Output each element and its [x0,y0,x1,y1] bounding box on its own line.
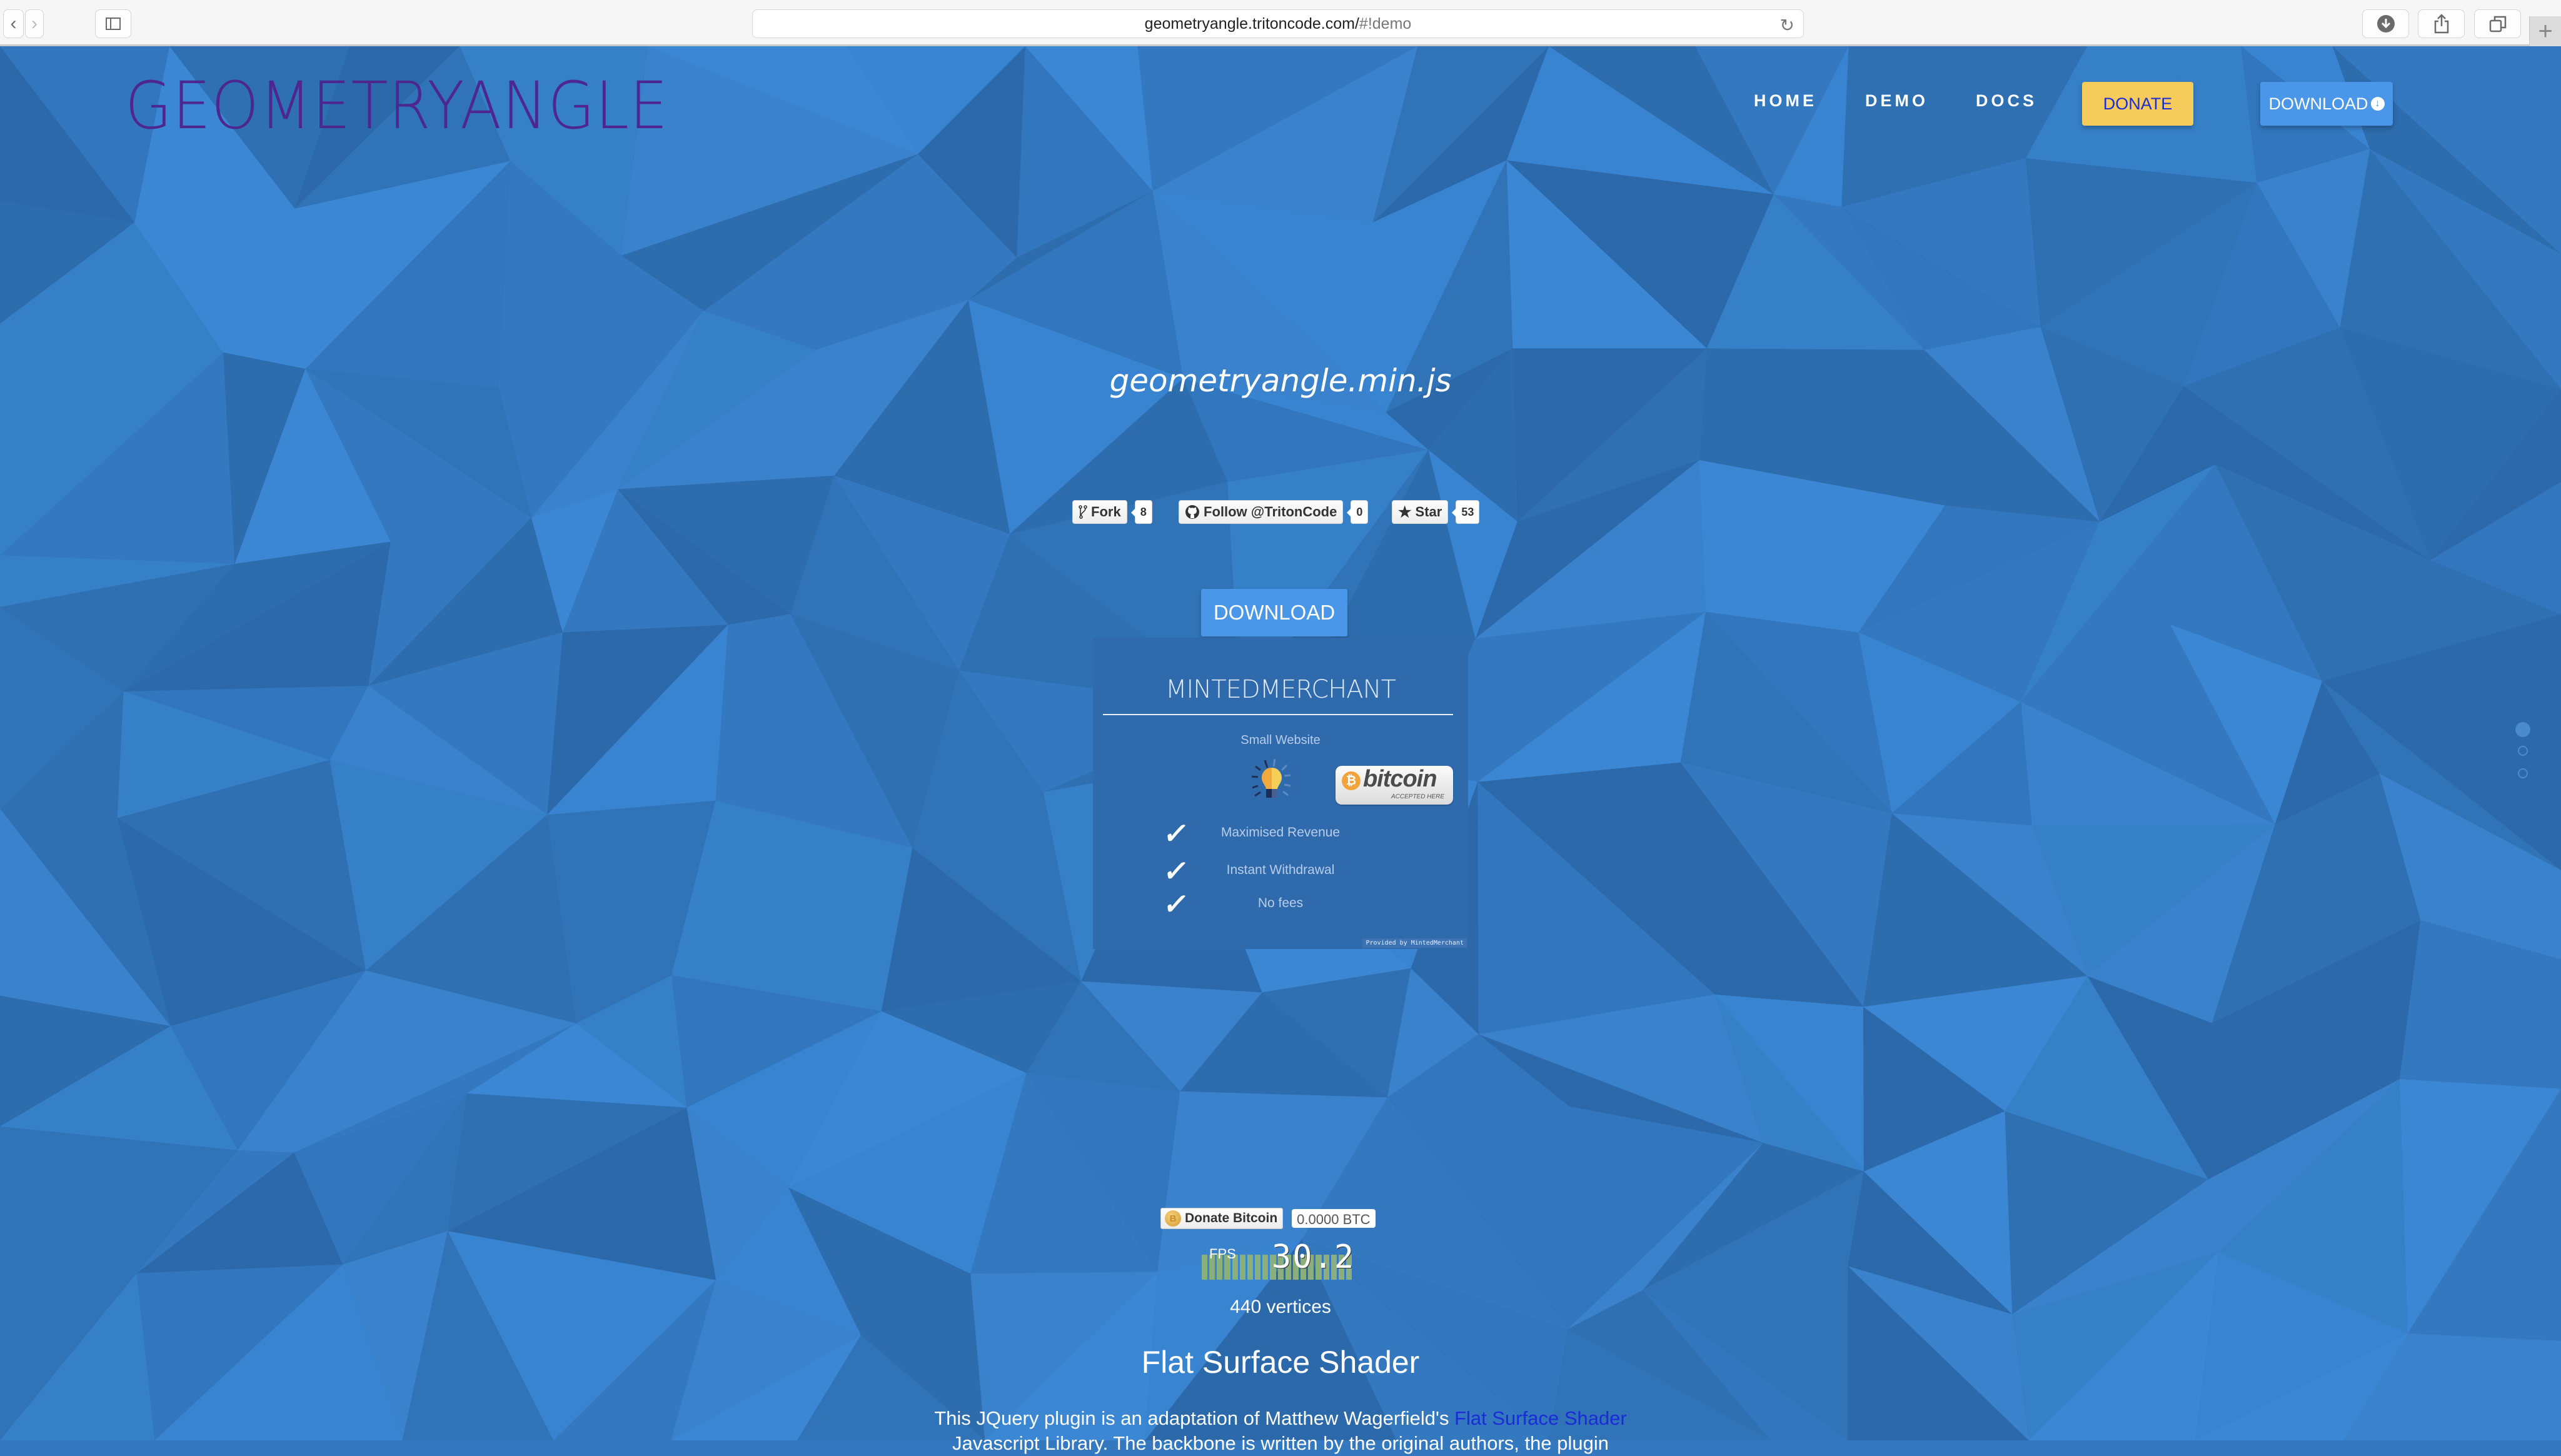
fork-icon [1079,505,1087,519]
star-icon: ★ [1398,503,1412,521]
nav-docs[interactable]: DOCS [1976,91,2037,111]
lightbulb-icon [1251,758,1291,798]
section-heading: Flat Surface Shader [1141,1345,1420,1380]
follow-label: Follow @TritonCode [1204,504,1337,520]
github-fork-widget: Fork 8 [1072,500,1152,525]
follow-count[interactable]: 0 [1347,500,1369,524]
vertex-count: 440 vertices [1230,1297,1331,1317]
mintedmerchant-ad[interactable]: MINTEDMERCHANT Small Website ₿ bitcoin A… [1093,638,1468,949]
fps-bar [1239,1255,1245,1280]
divider [1103,714,1453,715]
bitcoin-accepted-badge: ₿ bitcoin ACCEPTED HERE [1336,766,1453,805]
github-follow-button[interactable]: Follow @TritonCode [1179,500,1344,524]
donate-label: DONATE [2103,94,2173,113]
nav-download-button[interactable]: DOWNLOAD ↓ [2260,82,2393,126]
site-logo[interactable]: GEOMETRYANGLE [125,68,668,144]
bitcoin-logo-icon: ₿ [1342,771,1361,790]
section-paragraph: This JQuery plugin is an adaptation of M… [0,1406,2561,1456]
btc-amount: 0.0000 BTC [1292,1209,1376,1228]
github-icon [1185,505,1199,519]
fps-bar [1255,1255,1261,1280]
provided-by-link[interactable]: Provided by MintedMerchant [1362,938,1467,948]
fork-count[interactable]: 8 [1130,500,1152,524]
github-star-button[interactable]: ★ Star [1392,500,1449,524]
page-dot[interactable] [2515,722,2530,737]
page-dot[interactable] [2518,746,2528,756]
donate-bitcoin-widget: B Donate Bitcoin 0.0000 BTC [1160,1208,1376,1229]
download-button[interactable]: DOWNLOAD [1201,589,1347,636]
nav-download-label: DOWNLOAD [2268,94,2368,113]
page-indicator [2515,722,2530,791]
github-follow-widget: Follow @TritonCode 0 [1179,500,1369,525]
fps-value: 30.2 [1272,1238,1356,1276]
mintedmerchant-title: MINTEDMERCHANT [1165,675,1396,704]
feature-label: No fees [1257,896,1304,910]
fps-bar [1262,1255,1269,1280]
fps-meter: FPS 30.2 [1202,1238,1356,1280]
library-filename: geometryangle.min.js [1109,363,1452,399]
feature-label: Maximised Revenue [1220,825,1341,840]
fork-label: Fork [1091,504,1121,520]
plan-label: Small Website [1240,733,1321,747]
nav-demo[interactable]: DEMO [1865,91,1928,111]
fps-bar [1202,1255,1208,1280]
star-label: Star [1415,504,1442,520]
paragraph-text: This JQuery plugin is an adaptation of M… [934,1407,1455,1429]
page-dot[interactable] [2518,768,2528,778]
github-fork-button[interactable]: Fork [1072,500,1127,524]
download-label: DOWNLOAD [1213,601,1336,624]
nav-home[interactable]: HOME [1754,91,1817,111]
star-count[interactable]: 53 [1452,500,1480,524]
feature-label: Instant Withdrawal [1226,863,1335,877]
donate-bitcoin-label: Donate Bitcoin [1185,1211,1278,1225]
donate-bitcoin-button[interactable]: B Donate Bitcoin [1160,1208,1284,1229]
flat-surface-shader-link[interactable]: Flat Surface Shader [1454,1407,1627,1429]
fps-label: FPS [1209,1246,1236,1262]
bitcoin-coin-icon: B [1165,1210,1181,1227]
paragraph-text-line2: Javascript Library. The backbone is writ… [952,1432,1609,1454]
donate-button[interactable]: DONATE [2082,82,2193,126]
fps-bar [1247,1255,1254,1280]
bitcoin-word: bitcoin [1363,766,1437,792]
accepted-here-label: ACCEPTED HERE [1391,793,1444,800]
download-arrow-icon: ↓ [2370,97,2385,111]
github-star-widget: ★ Star 53 [1392,500,1480,525]
